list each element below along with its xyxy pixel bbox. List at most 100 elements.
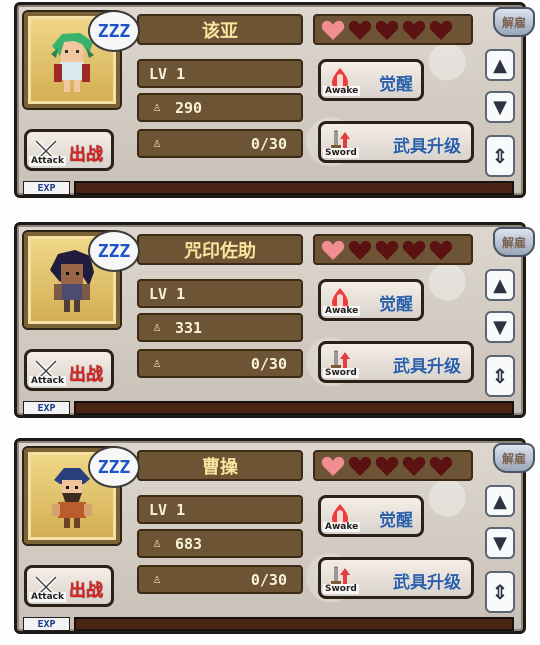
hero-portrait: ZZZ — [24, 446, 140, 544]
attack-sub-label: Attack — [29, 156, 66, 166]
heart-icon — [429, 240, 453, 260]
experience-value: 0/30 — [250, 354, 287, 373]
experience-bar — [74, 617, 514, 631]
awake-label: 觉醒 — [379, 511, 413, 531]
move-up-button[interactable]: ▲ — [485, 269, 515, 301]
heart-icon — [375, 456, 399, 476]
level-up-icon: ♙ — [153, 136, 161, 151]
experience-bar — [74, 181, 514, 195]
experience-value: 0/30 — [250, 570, 287, 589]
heart-rating — [313, 14, 473, 45]
reorder-button[interactable]: ⇕ — [485, 355, 515, 397]
hero-portrait: ZZZ — [24, 230, 140, 328]
heart-icon — [429, 456, 453, 476]
cost-value: 290 — [175, 98, 203, 117]
attack-sub-label: Attack — [29, 376, 66, 386]
experience-display: ♙ 0/30 — [137, 129, 303, 158]
heart-rating — [313, 234, 473, 265]
awake-sub-label: Awake — [323, 306, 361, 316]
heart-rating — [313, 450, 473, 481]
awake-label: 觉醒 — [379, 75, 413, 95]
cost-value: 683 — [175, 534, 203, 553]
move-down-button[interactable]: ▼ — [485, 91, 515, 123]
heart-icon — [321, 456, 345, 476]
attack-button[interactable]: Attack 出战 — [24, 349, 114, 391]
cost-display: ♙ 331 — [137, 313, 303, 342]
cost-display: ♙ 290 — [137, 93, 303, 122]
sword-label: 武具升级 — [393, 573, 461, 593]
level-display: LV 1 — [137, 59, 303, 88]
heart-icon — [429, 20, 453, 40]
hero-name: 咒印佐助 — [137, 234, 303, 265]
sword-sub-label: Sword — [323, 148, 359, 158]
sleep-status-icon: ZZZ — [88, 446, 140, 488]
level-text: LV 1 — [149, 500, 186, 519]
attack-label: 出战 — [69, 581, 103, 601]
weapon-upgrade-button[interactable]: Sword 武具升级 — [318, 557, 474, 599]
reorder-button[interactable]: ⇕ — [485, 571, 515, 613]
awake-button[interactable]: Awake 觉醒 — [318, 495, 424, 537]
awake-sub-label: Awake — [323, 86, 361, 96]
experience-bar — [74, 401, 514, 415]
sleep-status-icon: ZZZ — [88, 230, 140, 272]
exp-label: EXP — [23, 617, 70, 631]
heart-icon — [402, 20, 426, 40]
move-down-button[interactable]: ▼ — [485, 311, 515, 343]
level-text: LV 1 — [149, 284, 186, 303]
attack-button[interactable]: Attack 出战 — [24, 129, 114, 171]
heart-icon — [348, 456, 372, 476]
heart-icon — [321, 20, 345, 40]
exp-label: EXP — [23, 401, 70, 415]
heart-icon — [402, 456, 426, 476]
experience-value: 0/30 — [250, 134, 287, 153]
hero-name: 该亚 — [137, 14, 303, 45]
sword-label: 武具升级 — [393, 137, 461, 157]
awake-label: 觉醒 — [379, 295, 413, 315]
level-display: LV 1 — [137, 495, 303, 524]
move-up-button[interactable]: ▲ — [485, 485, 515, 517]
awake-button[interactable]: Awake 觉醒 — [318, 279, 424, 321]
level-up-icon: ♙ — [153, 356, 161, 371]
heart-icon — [348, 240, 372, 260]
hero-card: ZZZ 曹操 解雇 LV 1 ♙ 683 ♙ 0/30 Attack 出战 Aw… — [14, 438, 535, 634]
reorder-button[interactable]: ⇕ — [485, 135, 515, 177]
release-button[interactable]: 解雇 — [493, 7, 535, 37]
attack-label: 出战 — [69, 145, 103, 165]
level-display: LV 1 — [137, 279, 303, 308]
awake-button[interactable]: Awake 觉醒 — [318, 59, 424, 101]
heart-icon — [348, 20, 372, 40]
level-text: LV 1 — [149, 64, 186, 83]
weapon-upgrade-button[interactable]: Sword 武具升级 — [318, 341, 474, 383]
release-button[interactable]: 解雇 — [493, 227, 535, 257]
heart-icon — [402, 240, 426, 260]
attack-button[interactable]: Attack 出战 — [24, 565, 114, 607]
move-up-button[interactable]: ▲ — [485, 49, 515, 81]
heart-icon — [321, 240, 345, 260]
attack-label: 出战 — [69, 365, 103, 385]
heart-icon — [375, 240, 399, 260]
exp-label: EXP — [23, 181, 70, 195]
cost-icon: ♙ — [153, 320, 161, 335]
cost-icon: ♙ — [153, 100, 161, 115]
sword-sub-label: Sword — [323, 368, 359, 378]
cost-value: 331 — [175, 318, 203, 337]
hero-portrait: ZZZ — [24, 10, 140, 108]
weapon-upgrade-button[interactable]: Sword 武具升级 — [318, 121, 474, 163]
sleep-status-icon: ZZZ — [88, 10, 140, 52]
cost-icon: ♙ — [153, 536, 161, 551]
move-down-button[interactable]: ▼ — [485, 527, 515, 559]
hero-card: ZZZ 咒印佐助 解雇 LV 1 ♙ 331 ♙ 0/30 Attack 出战 … — [14, 222, 535, 418]
attack-sub-label: Attack — [29, 592, 66, 602]
cost-display: ♙ 683 — [137, 529, 303, 558]
hero-name: 曹操 — [137, 450, 303, 481]
experience-display: ♙ 0/30 — [137, 349, 303, 378]
experience-display: ♙ 0/30 — [137, 565, 303, 594]
heart-icon — [375, 20, 399, 40]
sword-label: 武具升级 — [393, 357, 461, 377]
sword-sub-label: Sword — [323, 584, 359, 594]
hero-card: ZZZ 该亚 解雇 LV 1 ♙ 290 ♙ 0/30 Attack 出战 Aw… — [14, 2, 535, 198]
level-up-icon: ♙ — [153, 572, 161, 587]
release-button[interactable]: 解雇 — [493, 443, 535, 473]
awake-sub-label: Awake — [323, 522, 361, 532]
hero-roster-screen: ZZZ 该亚 解雇 LV 1 ♙ 290 ♙ 0/30 Attack 出战 Aw… — [0, 0, 540, 645]
